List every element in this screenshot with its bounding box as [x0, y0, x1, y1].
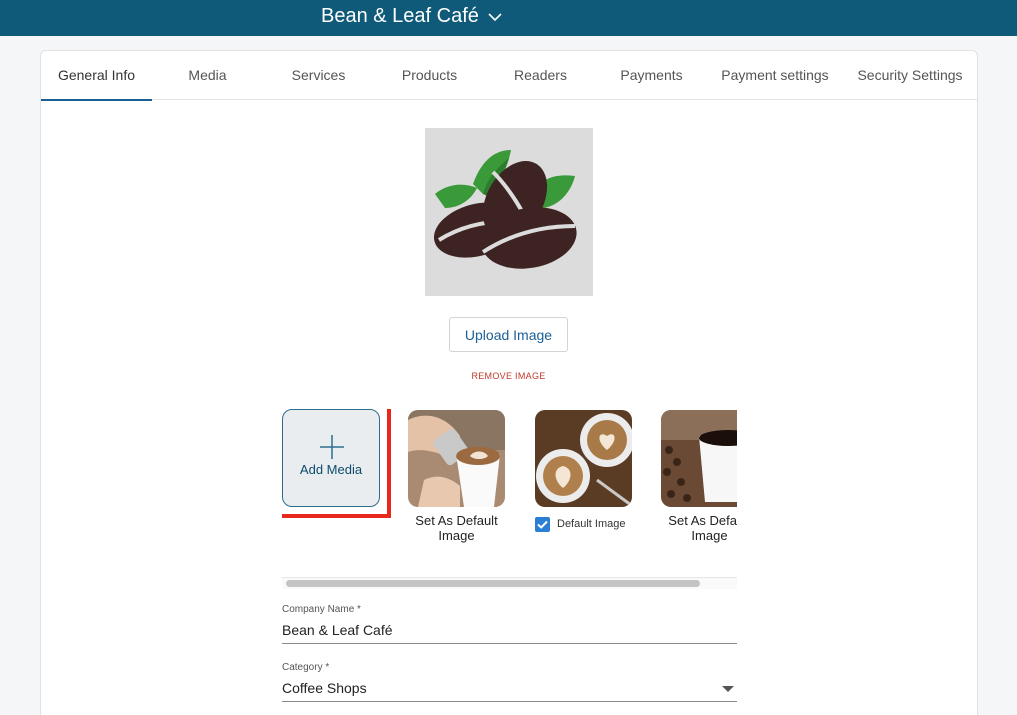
set-default-link-1[interactable]: Set As Default Image: [408, 513, 505, 543]
top-bar: Bean & Leaf Café: [0, 0, 1017, 36]
chevron-down-icon[interactable]: [487, 9, 503, 25]
company-name-label: Company Name *: [282, 604, 361, 615]
add-media-highlight: [282, 409, 391, 518]
settings-card: General Info Media Services Products Rea…: [40, 50, 978, 715]
tab-services[interactable]: Services: [263, 51, 374, 100]
tab-payment-settings[interactable]: Payment settings: [707, 51, 843, 100]
tab-security-settings[interactable]: Security Settings: [843, 51, 977, 100]
set-default-link-3[interactable]: Set As Default Image: [661, 513, 737, 543]
coffee-cup-photo: [661, 410, 737, 507]
media-thumbnail[interactable]: [661, 410, 737, 507]
tab-media[interactable]: Media: [152, 51, 263, 100]
media-scrollbar[interactable]: [282, 577, 737, 589]
category-value: Coffee Shops: [282, 680, 367, 696]
media-thumbnail-default[interactable]: [535, 410, 632, 507]
default-image-checkbox[interactable]: [535, 517, 550, 532]
category-select[interactable]: Coffee Shops: [282, 680, 737, 702]
tab-readers[interactable]: Readers: [485, 51, 596, 100]
tab-bar: General Info Media Services Products Rea…: [41, 51, 977, 101]
upload-image-button[interactable]: Upload Image: [449, 317, 568, 352]
latte-pour-photo: [408, 410, 505, 507]
checkmark-icon: [537, 520, 548, 529]
business-name-title[interactable]: Bean & Leaf Café: [321, 5, 479, 28]
business-logo: [425, 128, 593, 296]
default-image-label: Default Image: [557, 518, 626, 530]
remove-image-link[interactable]: REMOVE IMAGE: [449, 371, 568, 381]
tab-products[interactable]: Products: [374, 51, 485, 100]
coffee-bean-logo-icon: [433, 150, 577, 269]
media-thumbnail[interactable]: [408, 410, 505, 507]
media-gallery[interactable]: Add Media Set As Default Image Default I…: [282, 409, 737, 589]
company-name-field[interactable]: Bean & Leaf Café: [282, 622, 737, 644]
tab-general-info[interactable]: General Info: [41, 51, 152, 101]
category-label: Category *: [282, 662, 330, 673]
dropdown-arrow-icon[interactable]: [722, 686, 734, 692]
latte-art-photo: [535, 410, 632, 507]
tab-payments[interactable]: Payments: [596, 51, 707, 100]
scrollbar-thumb[interactable]: [286, 580, 700, 587]
